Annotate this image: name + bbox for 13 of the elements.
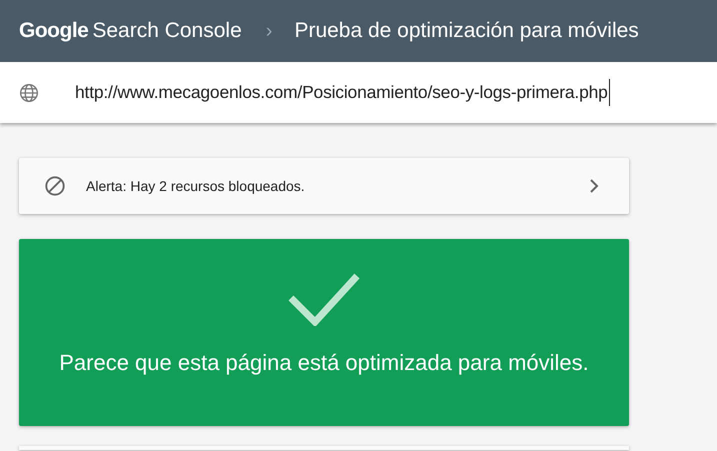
check-icon bbox=[288, 272, 360, 326]
result-message: Parece que esta página está optimizada para móviles. bbox=[59, 349, 589, 377]
logo[interactable]: Google bbox=[19, 15, 88, 47]
product-name: Search Console bbox=[92, 18, 242, 44]
url-bar[interactable]: http://www.mecagoenlos.com/Posicionamiento/seo-y-logs-primera.php bbox=[0, 62, 717, 123]
globe-icon bbox=[19, 82, 39, 102]
page-title: Prueba de optimización para móviles bbox=[294, 18, 639, 44]
blocked-icon bbox=[44, 175, 66, 197]
breadcrumb-separator: › bbox=[266, 19, 272, 44]
url-text: http://www.mecagoenlos.com/Posicionamiento/seo-y-logs-primera.php bbox=[75, 79, 610, 106]
chevron-right-icon bbox=[589, 179, 599, 193]
alert-text: Alerta: Hay 2 recursos bloqueados. bbox=[86, 176, 306, 196]
alert-card[interactable]: Alerta: Hay 2 recursos bloqueados. bbox=[19, 158, 629, 214]
